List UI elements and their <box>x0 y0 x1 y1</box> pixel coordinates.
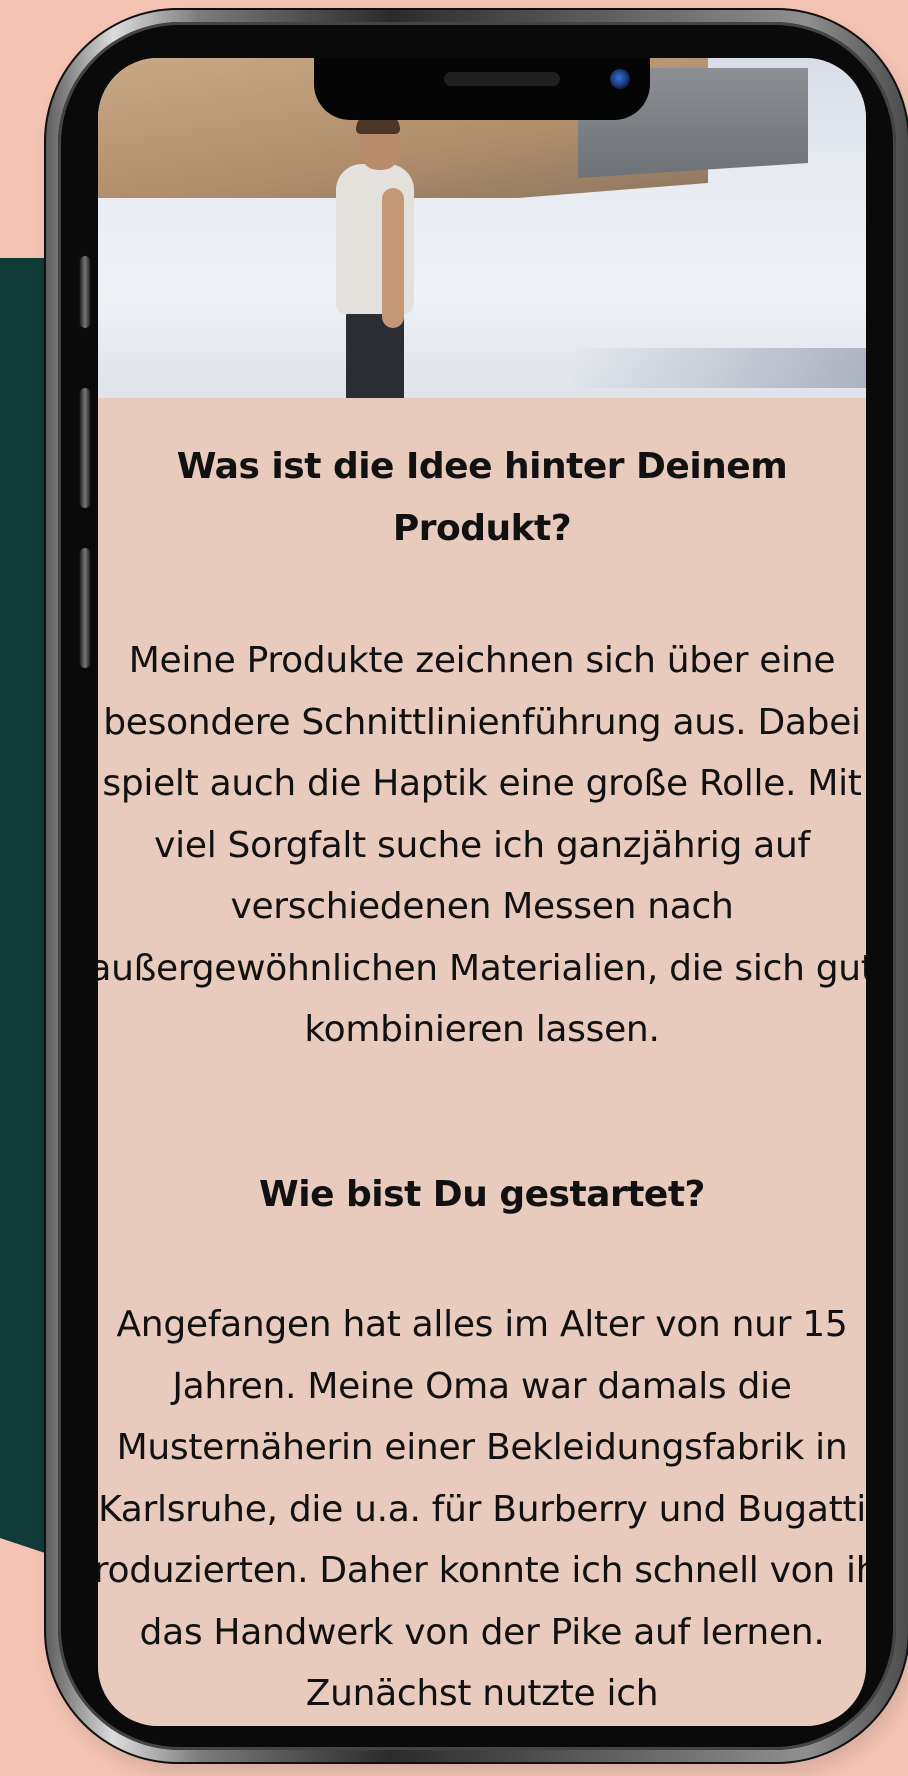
answer-paragraph-idea: Meine Produkte zeichnen sich über eine b… <box>98 640 866 1050</box>
person-arm <box>382 188 404 328</box>
phone-screen: Was ist die Idee hinter Deinem Produkt? … <box>98 58 866 1726</box>
cloud <box>566 348 866 388</box>
volume-up-button <box>80 388 90 508</box>
speaker-grille <box>444 72 560 86</box>
phone-mockup: Was ist die Idee hinter Deinem Produkt? … <box>44 8 908 1764</box>
mute-switch <box>80 256 90 328</box>
question-heading-start: Wie bist Du gestartet? <box>259 1174 705 1215</box>
answer-paragraph-start: Angefangen hat alles im Alter von nur 15… <box>98 1304 866 1714</box>
question-heading-idea: Was ist die Idee hinter Deinem Produkt? <box>176 446 788 549</box>
page: Was ist die Idee hinter Deinem Produkt? … <box>0 0 908 1776</box>
camera-icon <box>610 69 630 89</box>
volume-down-button <box>80 548 90 668</box>
phone-notch <box>314 58 650 120</box>
article-content: Was ist die Idee hinter Deinem Produkt? … <box>98 398 866 1726</box>
person-figure <box>316 112 426 398</box>
